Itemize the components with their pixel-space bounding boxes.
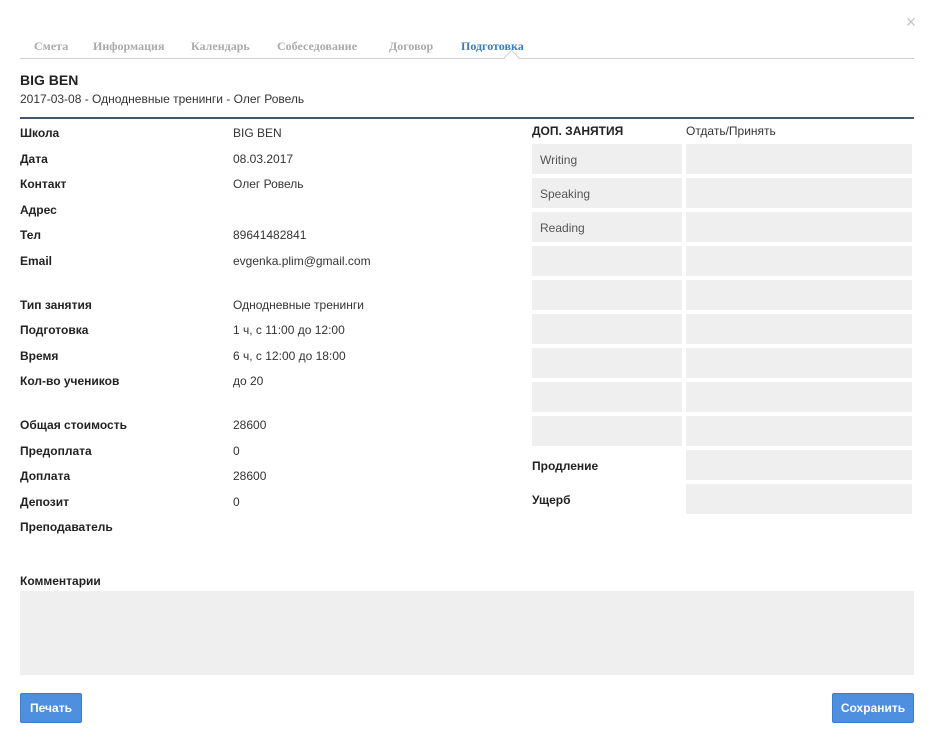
extra-lesson-amount-field[interactable] <box>686 212 912 242</box>
damage-field[interactable] <box>686 484 912 514</box>
total-cost-value: 28600 <box>233 418 267 432</box>
extra-lesson-amount-field[interactable] <box>686 416 912 446</box>
comments-label: Комментарии <box>20 574 101 588</box>
lesson-type-value: Однодневные тренинги <box>233 298 364 312</box>
save-button[interactable]: Сохранить <box>832 693 914 723</box>
extra-lesson-amount-field[interactable] <box>686 348 912 378</box>
page-title: BIG BEN <box>20 72 79 88</box>
phone-value: 89641482841 <box>233 228 307 242</box>
extra-lesson-name <box>532 382 682 412</box>
damage-label: Ущерб <box>532 493 571 507</box>
tab-information[interactable]: Информация <box>93 39 164 54</box>
time-value: 6 ч, с 12:00 до 18:00 <box>233 349 346 363</box>
extra-lesson-name <box>532 280 682 310</box>
total-cost-label: Общая стоимость <box>20 418 127 432</box>
extra-lessons-header: ДОП. ЗАНЯТИЯ <box>532 124 624 138</box>
preparation-label: Подготовка <box>20 323 89 337</box>
tab-calendar[interactable]: Календарь <box>191 39 250 54</box>
tab-contract[interactable]: Договор <box>389 39 433 54</box>
page-subtitle: 2017-03-08 - Однодневные тренинги - Олег… <box>20 92 305 106</box>
phone-label: Тел <box>20 228 42 242</box>
deposit-label: Депозит <box>20 495 70 509</box>
extra-lesson-amount-field[interactable] <box>686 314 912 344</box>
students-value: до 20 <box>233 374 264 388</box>
extra-lesson-name: Reading <box>532 212 682 242</box>
surcharge-value: 28600 <box>233 469 267 483</box>
email-value: evgenka.plim@gmail.com <box>233 254 371 268</box>
students-label: Кол-во учеников <box>20 374 120 388</box>
extra-lesson-amount-field[interactable] <box>686 382 912 412</box>
contact-label: Контакт <box>20 177 67 191</box>
lesson-type-label: Тип занятия <box>20 298 92 312</box>
print-button[interactable]: Печать <box>20 693 82 723</box>
extra-lesson-name <box>532 314 682 344</box>
prepayment-value: 0 <box>233 444 240 458</box>
extra-lesson-name <box>532 246 682 276</box>
deposit-value: 0 <box>233 495 240 509</box>
prepayment-label: Предоплата <box>20 444 92 458</box>
teacher-label: Преподаватель <box>20 520 113 534</box>
email-label: Email <box>20 254 53 268</box>
close-icon[interactable]: × <box>902 13 920 31</box>
tab-interview[interactable]: Собеседование <box>277 39 357 54</box>
extra-lesson-amount-field[interactable] <box>686 144 912 174</box>
school-label: Школа <box>20 126 60 140</box>
header-divider <box>20 117 914 119</box>
contact-value: Олег Ровель <box>233 177 304 191</box>
extension-field[interactable] <box>686 450 912 480</box>
comments-textarea[interactable] <box>20 591 914 675</box>
extra-lesson-name <box>532 416 682 446</box>
extra-lesson-name: Speaking <box>532 178 682 208</box>
extra-lesson-name: Writing <box>532 144 682 174</box>
extra-lesson-amount-field[interactable] <box>686 280 912 310</box>
surcharge-label: Доплата <box>20 469 71 483</box>
give-take-header: Отдать/Принять <box>686 124 776 138</box>
address-label: Адрес <box>20 203 57 217</box>
extra-lesson-name <box>532 348 682 378</box>
date-label: Дата <box>20 152 48 166</box>
date-value: 08.03.2017 <box>233 152 294 166</box>
extra-lesson-amount-field[interactable] <box>686 178 912 208</box>
extension-label: Продление <box>532 459 599 473</box>
preparation-value: 1 ч, с 11:00 до 12:00 <box>233 323 345 337</box>
tab-bar: Смета Информация Календарь Собеседование… <box>20 36 914 66</box>
extra-lesson-amount-field[interactable] <box>686 246 912 276</box>
time-label: Время <box>20 349 59 363</box>
school-value: BIG BEN <box>233 126 282 140</box>
tab-estimate[interactable]: Смета <box>34 39 68 54</box>
